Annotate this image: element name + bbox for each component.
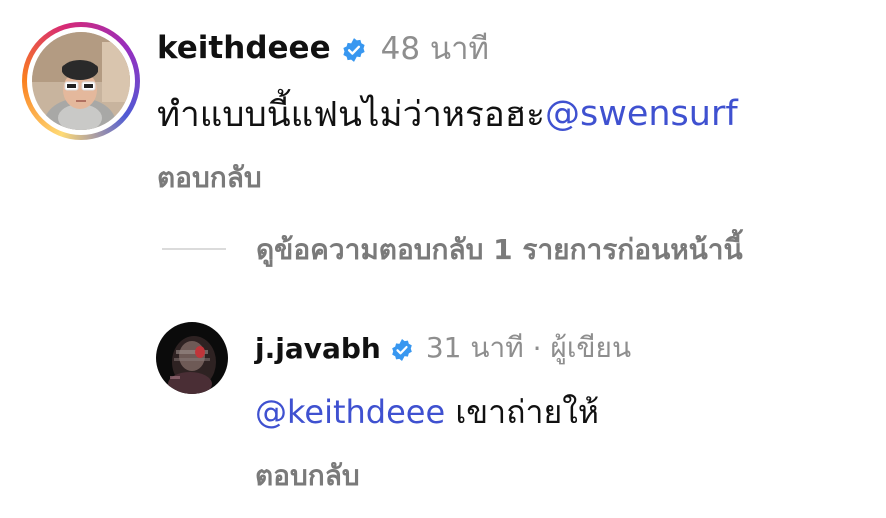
reply-button[interactable]: ตอบกลับ	[255, 454, 360, 498]
reply-text: เขาถ่ายให้	[445, 392, 599, 431]
verified-badge-icon	[390, 336, 414, 361]
reply-separator: ·	[523, 331, 551, 365]
avatar-photo	[32, 32, 130, 130]
comment-header: keithdeee 48 นาที	[157, 27, 489, 69]
comment-mention-link[interactable]: @swensurf	[545, 94, 738, 134]
comment-body: ทำแบบนี้แฟนไม่ว่าหรอฮะ @swensurf	[157, 88, 738, 140]
reply-body: @keithdeee เขาถ่ายให้	[255, 388, 599, 436]
reply-username[interactable]: j.javabh	[255, 332, 381, 365]
avatar-photo	[156, 322, 228, 394]
reply-header: j.javabh 31 นาที · ผู้เขียน	[255, 328, 631, 368]
comment-timestamp: 48 นาที	[380, 31, 489, 67]
avatar-javabh[interactable]	[156, 322, 228, 394]
avatar-keithdeee[interactable]	[22, 22, 140, 140]
reply-actions: ตอบกลับ	[255, 456, 360, 496]
reply-timestamp: 31 นาที	[425, 331, 524, 364]
reply-comment: j.javabh 31 นาที · ผู้เขียน @keithdeee เ…	[0, 300, 886, 518]
view-replies-divider	[162, 248, 226, 250]
author-label: ผู้เขียน	[550, 331, 632, 364]
verified-badge-icon	[341, 35, 367, 62]
comment-username[interactable]: keithdeee	[157, 30, 331, 66]
view-previous-replies-button[interactable]: ดูข้อความตอบกลับ 1 รายการก่อนหน้านี้	[256, 228, 743, 272]
reply-mention-link[interactable]: @keithdeee	[255, 393, 445, 431]
comment-text: ทำแบบนี้แฟนไม่ว่าหรอฮะ	[157, 94, 545, 135]
reply-button[interactable]: ตอบกลับ	[157, 156, 262, 200]
comment-actions: ตอบกลับ	[157, 158, 262, 198]
view-previous-replies-row: ดูข้อความตอบกลับ 1 รายการก่อนหน้านี้	[256, 230, 743, 270]
comment: keithdeee 48 นาที ทำแบบนี้แฟนไม่ว่าหรอฮะ…	[0, 0, 886, 210]
